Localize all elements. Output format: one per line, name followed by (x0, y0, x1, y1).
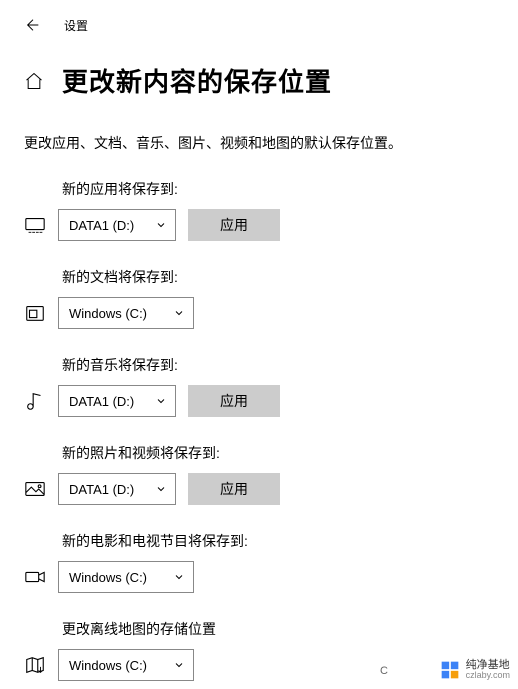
map-icon (24, 654, 46, 676)
chevron-down-icon (155, 395, 167, 407)
misc-c: C (380, 665, 388, 677)
page-title: 更改新内容的保存位置 (62, 62, 332, 99)
chevron-down-icon (173, 307, 185, 319)
apps-drive-value: DATA1 (D:) (69, 218, 134, 233)
photos-drive-value: DATA1 (D:) (69, 482, 134, 497)
section-music: 新的音乐将保存到: DATA1 (D:) 应用 (0, 329, 518, 417)
apps-apply-button[interactable]: 应用 (188, 209, 280, 241)
photos-apply-button[interactable]: 应用 (188, 473, 280, 505)
movies-drive-select[interactable]: Windows (C:) (58, 561, 194, 593)
document-icon (24, 302, 46, 324)
maps-drive-select[interactable]: Windows (C:) (58, 649, 194, 681)
chevron-down-icon (173, 571, 185, 583)
apps-label: 新的应用将保存到: (24, 179, 518, 199)
section-movies: 新的电影和电视节目将保存到: Windows (C:) 应用 (0, 505, 518, 593)
movies-label: 新的电影和电视节目将保存到: (24, 531, 518, 551)
watermark-logo (440, 660, 460, 680)
section-apps: 新的应用将保存到: DATA1 (D:) 应用 (0, 153, 518, 241)
music-drive-select[interactable]: DATA1 (D:) (58, 385, 176, 417)
back-button[interactable] (24, 16, 42, 34)
apps-drive-select[interactable]: DATA1 (D:) (58, 209, 176, 241)
maps-drive-value: Windows (C:) (69, 658, 147, 673)
page-description: 更改应用、文档、音乐、图片、视频和地图的默认保存位置。 (0, 99, 518, 153)
section-docs: 新的文档将保存到: Windows (C:) 应用 (0, 241, 518, 329)
apps-icon (24, 214, 46, 236)
chevron-down-icon (155, 219, 167, 231)
docs-drive-value: Windows (C:) (69, 306, 147, 321)
docs-drive-select[interactable]: Windows (C:) (58, 297, 194, 329)
maps-label: 更改离线地图的存储位置 (24, 619, 518, 639)
music-icon (24, 390, 46, 412)
music-apply-button[interactable]: 应用 (188, 385, 280, 417)
chevron-down-icon (155, 483, 167, 495)
window-title: 设置 (64, 17, 88, 34)
photos-label: 新的照片和视频将保存到: (24, 443, 518, 463)
docs-label: 新的文档将保存到: (24, 267, 518, 287)
chevron-down-icon (173, 659, 185, 671)
video-icon (24, 566, 46, 588)
movies-drive-value: Windows (C:) (69, 570, 147, 585)
music-drive-value: DATA1 (D:) (69, 394, 134, 409)
section-photos: 新的照片和视频将保存到: DATA1 (D:) 应用 (0, 417, 518, 505)
watermark-url: czlaby.com (466, 671, 510, 681)
home-icon[interactable] (24, 71, 44, 91)
music-label: 新的音乐将保存到: (24, 355, 518, 375)
watermark: 纯净基地 czlaby.com (440, 659, 510, 681)
photos-drive-select[interactable]: DATA1 (D:) (58, 473, 176, 505)
photo-icon (24, 478, 46, 500)
